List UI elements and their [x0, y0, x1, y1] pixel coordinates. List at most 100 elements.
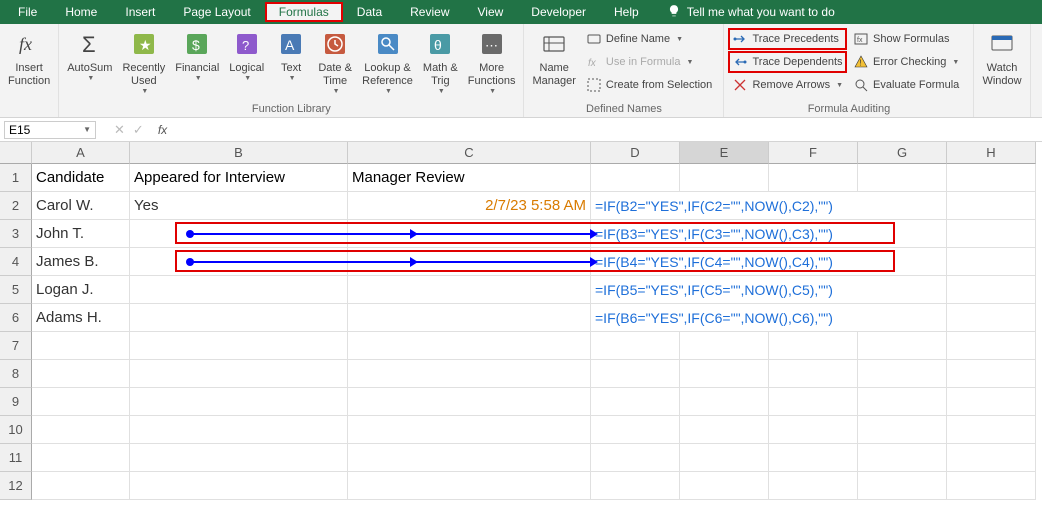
cell-c2[interactable]: 2/7/23 5:58 AM — [348, 192, 591, 220]
row-header[interactable]: 8 — [0, 360, 32, 388]
cell[interactable] — [947, 332, 1036, 360]
cell[interactable] — [591, 416, 680, 444]
tab-insert[interactable]: Insert — [111, 2, 169, 22]
cell-e1[interactable] — [680, 164, 769, 192]
row-header[interactable]: 4 — [0, 248, 32, 276]
col-header-g[interactable]: G — [858, 142, 947, 164]
cell[interactable] — [32, 472, 130, 500]
watch-window-button[interactable]: Watch Window — [978, 26, 1025, 117]
tab-developer[interactable]: Developer — [517, 2, 600, 22]
select-all-corner[interactable] — [0, 142, 32, 164]
error-checking-button[interactable]: ! Error Checking ▼ — [849, 51, 963, 73]
cell[interactable] — [947, 444, 1036, 472]
cell-a3[interactable]: John T. — [32, 220, 130, 248]
cell[interactable] — [130, 444, 348, 472]
define-name-button[interactable]: Define Name ▼ — [582, 28, 716, 50]
row-header[interactable]: 11 — [0, 444, 32, 472]
cell-g5[interactable] — [858, 276, 947, 304]
tab-formulas[interactable]: Formulas — [265, 2, 343, 22]
cell-f1[interactable] — [769, 164, 858, 192]
cell-e4[interactable] — [680, 248, 769, 276]
evaluate-formula-button[interactable]: Evaluate Formula — [849, 74, 963, 96]
cell[interactable] — [348, 388, 591, 416]
cell-f2[interactable] — [769, 192, 858, 220]
cancel-icon[interactable]: ✕ — [114, 122, 125, 138]
cell[interactable] — [348, 444, 591, 472]
col-header-f[interactable]: F — [769, 142, 858, 164]
row-header[interactable]: 7 — [0, 332, 32, 360]
cell-f3[interactable] — [769, 220, 858, 248]
cell-a5[interactable]: Logan J. — [32, 276, 130, 304]
formula-input[interactable] — [173, 123, 1042, 137]
cell[interactable] — [858, 444, 947, 472]
tab-file[interactable]: File — [4, 2, 51, 22]
cell[interactable] — [947, 388, 1036, 416]
cell[interactable] — [680, 416, 769, 444]
col-header-a[interactable]: A — [32, 142, 130, 164]
cell-f4[interactable] — [769, 248, 858, 276]
fx-icon[interactable]: fx — [152, 123, 173, 137]
row-header[interactable]: 3 — [0, 220, 32, 248]
cell[interactable] — [858, 332, 947, 360]
cell-a6[interactable]: Adams H. — [32, 304, 130, 332]
row-header[interactable]: 6 — [0, 304, 32, 332]
cell[interactable] — [348, 472, 591, 500]
insert-function-button[interactable]: fx Insert Function — [4, 26, 54, 117]
cell-d5[interactable]: =IF(B5="YES",IF(C5="",NOW(),C5),"") — [591, 276, 680, 304]
col-header-d[interactable]: D — [591, 142, 680, 164]
col-header-c[interactable]: C — [348, 142, 591, 164]
cell-h3[interactable] — [947, 220, 1036, 248]
cell-f5[interactable] — [769, 276, 858, 304]
cell-b1[interactable]: Appeared for Interview — [130, 164, 348, 192]
cell[interactable] — [947, 472, 1036, 500]
cell[interactable] — [591, 444, 680, 472]
cell[interactable] — [32, 416, 130, 444]
cell-a1[interactable]: Candidate — [32, 164, 130, 192]
cell-g1[interactable] — [858, 164, 947, 192]
show-formulas-button[interactable]: fx Show Formulas — [849, 28, 963, 50]
row-header[interactable]: 12 — [0, 472, 32, 500]
cell-g2[interactable] — [858, 192, 947, 220]
cell[interactable] — [680, 388, 769, 416]
cell[interactable] — [348, 416, 591, 444]
cell[interactable] — [591, 360, 680, 388]
cell[interactable] — [591, 388, 680, 416]
cell[interactable] — [680, 472, 769, 500]
tab-view[interactable]: View — [464, 2, 518, 22]
cell[interactable] — [348, 332, 591, 360]
cell-h2[interactable] — [947, 192, 1036, 220]
cell[interactable] — [769, 444, 858, 472]
cell-h6[interactable] — [947, 304, 1036, 332]
cell[interactable] — [32, 388, 130, 416]
cell[interactable] — [130, 388, 348, 416]
tab-home[interactable]: Home — [51, 2, 111, 22]
cell[interactable] — [591, 332, 680, 360]
trace-dependents-button[interactable]: Trace Dependents — [728, 51, 847, 73]
cell-d2[interactable]: =IF(B2="YES",IF(C2="",NOW(),C2),"") — [591, 192, 680, 220]
row-header[interactable]: 9 — [0, 388, 32, 416]
cell[interactable] — [130, 332, 348, 360]
cell[interactable] — [858, 360, 947, 388]
tab-help[interactable]: Help — [600, 2, 653, 22]
cell[interactable] — [769, 388, 858, 416]
cell-a4[interactable]: James B. — [32, 248, 130, 276]
cell[interactable] — [858, 388, 947, 416]
cell[interactable] — [32, 332, 130, 360]
cell[interactable] — [680, 332, 769, 360]
cell-c6[interactable] — [348, 304, 591, 332]
row-header[interactable]: 1 — [0, 164, 32, 192]
row-header[interactable]: 10 — [0, 416, 32, 444]
cell[interactable] — [769, 416, 858, 444]
cell-d1[interactable] — [591, 164, 680, 192]
cell-c1[interactable]: Manager Review — [348, 164, 591, 192]
cell-a2[interactable]: Carol W. — [32, 192, 130, 220]
cell[interactable] — [947, 360, 1036, 388]
cell-h4[interactable] — [947, 248, 1036, 276]
tell-me-search[interactable]: Tell me what you want to do — [653, 4, 849, 21]
tab-page-layout[interactable]: Page Layout — [169, 2, 264, 22]
cell-c5[interactable] — [348, 276, 591, 304]
cell[interactable] — [348, 360, 591, 388]
cell-h1[interactable] — [947, 164, 1036, 192]
trace-precedents-button[interactable]: Trace Precedents — [728, 28, 847, 50]
cell[interactable] — [130, 472, 348, 500]
